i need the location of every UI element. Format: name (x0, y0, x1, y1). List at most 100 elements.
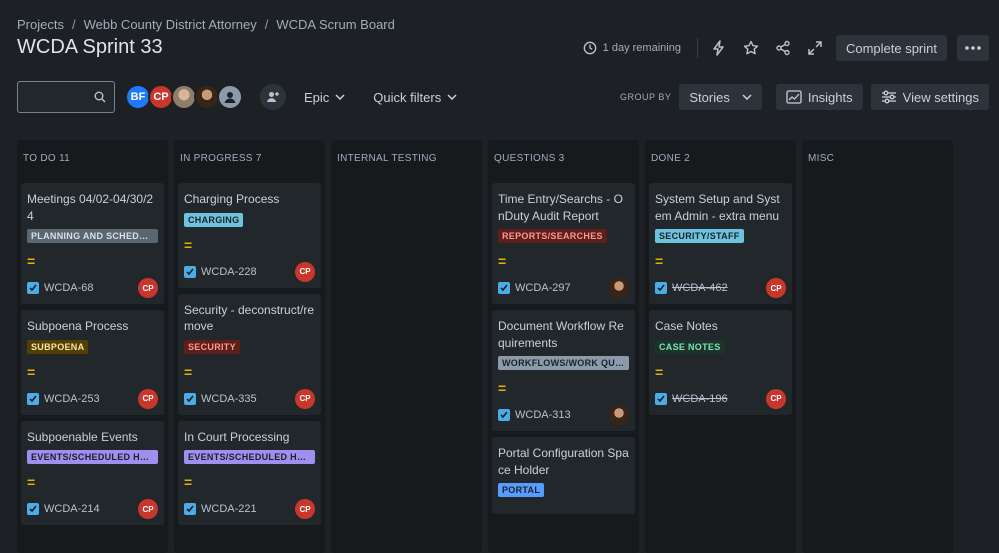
issue-key-text: WCDA-253 (44, 392, 100, 405)
issue-card[interactable]: Time Entry/Searchs - OnDuty Audit Report… (492, 183, 635, 304)
issue-key-text: WCDA-313 (515, 409, 571, 421)
breadcrumb: Projects / Webb County District Attorney /… (17, 17, 395, 32)
assignee-avatar[interactable] (609, 278, 629, 298)
story-checkbox-icon (27, 282, 39, 294)
card-footer: WCDA-221 CP (184, 499, 315, 519)
column-header: IN PROGRESS 7 (180, 153, 262, 164)
issue-key[interactable]: WCDA-313 (498, 409, 571, 421)
group-by-select[interactable]: Stories (679, 84, 762, 110)
issue-card[interactable]: Security - deconstruct/remove SECURITY = WC… (178, 293, 321, 415)
clock-icon (583, 41, 597, 55)
issue-key[interactable]: WCDA-253 (27, 392, 100, 405)
card-title: Meetings 04/02-04/30/24 (27, 192, 154, 223)
remaining-text: 1 day remaining (602, 42, 681, 54)
epic-label: CHARGING (184, 212, 244, 227)
column-header: DONE 2 (651, 153, 691, 164)
quick-filters[interactable]: Quick filters (373, 90, 457, 105)
chart-icon (786, 90, 802, 104)
assignee-avatar[interactable]: CP (138, 278, 158, 298)
story-checkbox-icon (498, 409, 510, 421)
card-footer: WCDA-313 (498, 405, 629, 425)
issue-card[interactable]: In Court Processing EVENTS/SCHEDULED HE..… (178, 420, 321, 525)
assignee-avatar[interactable] (609, 405, 629, 425)
issue-key[interactable]: WCDA-68 (27, 282, 94, 294)
issue-key[interactable]: WCDA-228 (184, 265, 257, 278)
issue-card[interactable]: Subpoena Process SUBPOENA = WCDA-253 CP (21, 310, 164, 415)
assignee-avatar[interactable]: CP (295, 388, 315, 409)
issue-key-text: WCDA-228 (201, 265, 257, 278)
issue-key[interactable]: WCDA-196 (655, 392, 728, 405)
avatar[interactable] (217, 84, 243, 110)
board-toolbar: BF CP Epic Quick filters GROUP BY Storie… (17, 81, 989, 113)
insights-button[interactable]: Insights (775, 84, 863, 110)
issue-key[interactable]: WCDA-297 (498, 282, 571, 294)
priority-medium-icon: = (655, 363, 664, 380)
more-icon[interactable] (957, 35, 989, 61)
issue-key-text: WCDA-68 (44, 282, 94, 294)
board-column: DONE 2 System Setup and System Admin - ex… (645, 140, 796, 553)
story-checkbox-icon (27, 392, 39, 405)
issue-card[interactable]: Meetings 04/02-04/30/24 PLANNING AND SCHE… (21, 183, 164, 304)
issue-key-text: WCDA-462 (672, 282, 728, 294)
breadcrumb-projects[interactable]: Projects (17, 17, 64, 32)
quick-filters-label: Quick filters (373, 89, 442, 105)
breadcrumb-board[interactable]: WCDA Scrum Board (276, 17, 394, 32)
epic-label: SUBPOENA (27, 339, 89, 354)
priority-medium-icon: = (184, 474, 193, 490)
epic-label: EVENTS/SCHEDULED HE... (27, 450, 158, 464)
star-icon[interactable] (740, 37, 762, 59)
view-settings-button[interactable]: View settings (870, 84, 989, 110)
priority-medium-icon: = (27, 253, 36, 269)
issue-key[interactable]: WCDA-462 (655, 282, 728, 294)
add-people-icon[interactable] (260, 84, 286, 110)
card-title: Time Entry/Searchs - OnDuty Audit Report (498, 192, 623, 223)
card-footer: WCDA-68 CP (27, 278, 158, 298)
board-column: IN PROGRESS 7 Charging Process CHARGING = WC… (174, 140, 325, 553)
epic-filter[interactable]: Epic (304, 90, 345, 105)
board-column: TO DO 11 Meetings 04/02-04/30/24 PLANNING … (17, 140, 168, 553)
card-footer: WCDA-462 CP (655, 278, 786, 298)
complete-sprint-button[interactable]: Complete sprint (835, 35, 947, 61)
issue-card[interactable]: Document Workflow Requirements WORKFLOWS/… (492, 310, 635, 431)
column-header: INTERNAL TESTING (337, 153, 437, 164)
epic-label: SECURITY/STAFF (655, 229, 744, 243)
card-title: Document Workflow Requirements (498, 319, 624, 350)
story-checkbox-icon (184, 392, 196, 405)
issue-card[interactable]: Charging Process CHARGING = WCDA-228 CP (178, 183, 321, 288)
assignee-avatar[interactable]: CP (766, 388, 786, 409)
card-footer: WCDA-214 CP (27, 499, 158, 519)
board-column: INTERNAL TESTING (331, 140, 482, 553)
issue-card[interactable]: Portal Configuration Space Holder PORTAL (492, 437, 635, 514)
assignee-avatar[interactable]: CP (295, 261, 315, 282)
card-footer: WCDA-297 (498, 278, 629, 298)
breadcrumb-separator: / (264, 17, 269, 32)
lightning-icon[interactable] (708, 37, 730, 59)
sprint-remaining: 1 day remaining (583, 41, 681, 55)
assignee-avatar[interactable]: CP (766, 278, 786, 298)
chevron-down-icon (742, 94, 752, 100)
board: TO DO 11 Meetings 04/02-04/30/24 PLANNING … (17, 140, 953, 553)
assignee-avatar[interactable]: CP (138, 499, 158, 519)
breadcrumb-project[interactable]: Webb County District Attorney (84, 17, 257, 32)
story-checkbox-icon (498, 282, 510, 294)
story-checkbox-icon (655, 282, 667, 294)
issue-card[interactable]: Case Notes CASE NOTES = WCDA-196 CP (649, 310, 792, 415)
issue-key[interactable]: WCDA-221 (184, 503, 257, 515)
priority-medium-icon: = (27, 474, 36, 490)
share-icon[interactable] (772, 37, 794, 59)
issue-card[interactable]: System Setup and System Admin - extra me… (649, 183, 792, 304)
issue-key-text: WCDA-297 (515, 282, 571, 294)
page-title: WCDA Sprint 33 (17, 36, 163, 58)
issue-card[interactable]: Subpoenable Events EVENTS/SCHEDULED HE...… (21, 420, 164, 525)
card-title: Portal Configuration Space Holder (498, 446, 629, 477)
insights-label: Insights (807, 89, 853, 105)
assignee-avatar[interactable]: CP (295, 499, 315, 519)
breadcrumb-separator: / (71, 17, 76, 32)
issue-key[interactable]: WCDA-214 (27, 503, 100, 515)
issue-key[interactable]: WCDA-335 (184, 392, 257, 405)
search-input[interactable] (17, 81, 115, 113)
expand-icon[interactable] (804, 37, 826, 59)
card-title: Security - deconstruct/remove (184, 302, 315, 334)
search-icon (94, 91, 106, 103)
assignee-avatar[interactable]: CP (138, 388, 158, 409)
